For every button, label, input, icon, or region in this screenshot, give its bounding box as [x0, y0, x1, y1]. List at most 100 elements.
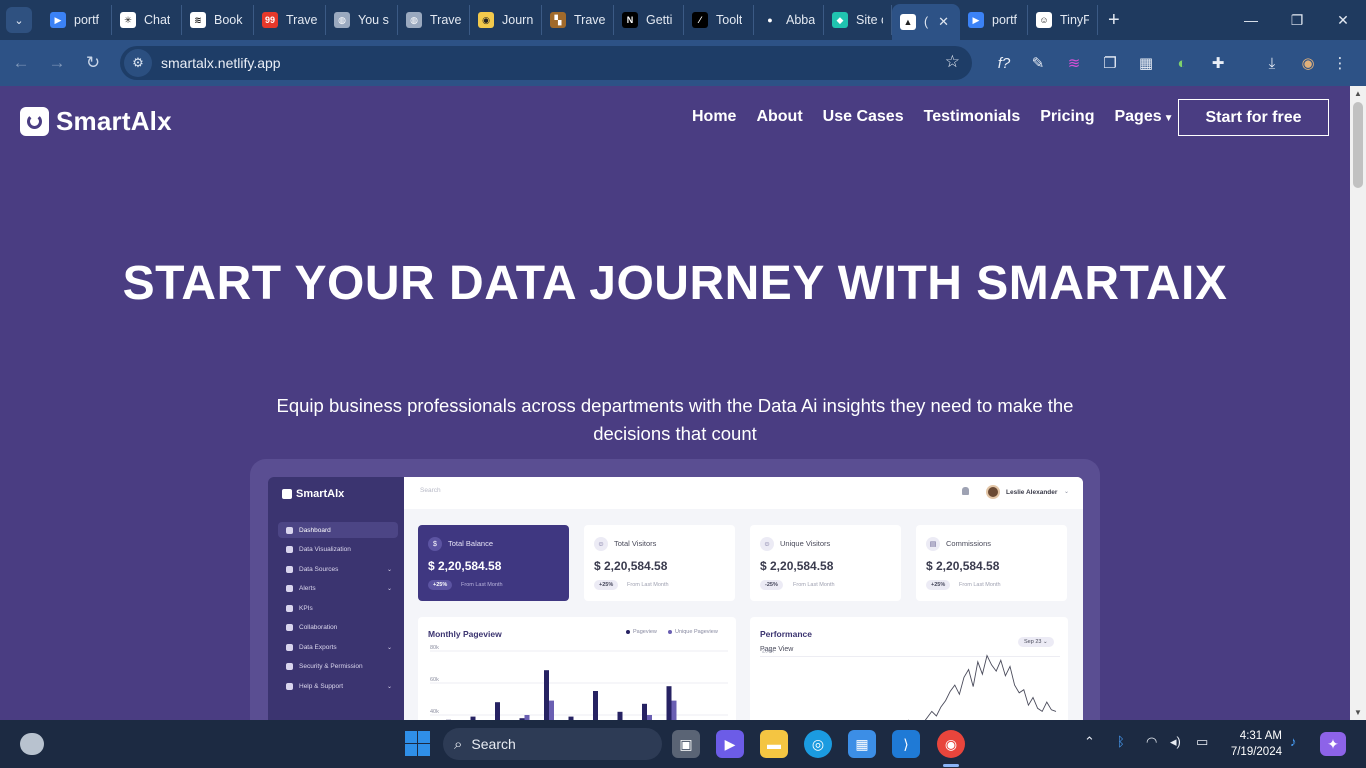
tab[interactable]: N Getti	[614, 5, 684, 35]
bluetooth-icon[interactable]: ᛒ	[1117, 734, 1125, 749]
nav-home[interactable]: Home	[692, 108, 736, 126]
site-settings-icon[interactable]: ⚙	[124, 49, 152, 77]
new-tab-icon[interactable]: +	[1108, 9, 1120, 32]
stat-card-from: From Last Month	[793, 582, 835, 588]
clock[interactable]: 4:31 AM 7/19/2024	[1222, 728, 1282, 760]
tab[interactable]: ▶ portf	[960, 5, 1028, 35]
tab-label: (	[924, 15, 929, 29]
download-icon[interactable]: ⤓	[1258, 48, 1286, 78]
task-view-icon[interactable]: ▣	[672, 730, 700, 758]
taskbar-search[interactable]: ⌕ Search	[443, 728, 662, 760]
tab-favicon-icon: N	[622, 12, 638, 28]
nav-pages[interactable]: Pages ▼	[1114, 108, 1173, 126]
reload-icon[interactable]: ↻	[78, 48, 108, 78]
nav-testimonials[interactable]: Testimonials	[924, 108, 1021, 126]
mock-sidebar-item: Collaboration	[278, 620, 398, 636]
notification-bell-icon[interactable]: ♪	[1290, 734, 1297, 749]
scroll-thumb[interactable]	[1353, 102, 1363, 188]
vscode-icon[interactable]: ⟩	[892, 730, 920, 758]
mock-sidebar: SmartAlx Dashboard Data Visualization Data…	[268, 477, 404, 720]
tab-active[interactable]: ▲ (✕	[892, 4, 960, 40]
stat-card-change: +25%	[926, 580, 951, 590]
nav-about[interactable]: About	[756, 108, 802, 126]
copilot-icon[interactable]: ✦	[1320, 732, 1346, 756]
tab-close-icon[interactable]: ✕	[938, 14, 949, 30]
tab-label: Trave	[286, 13, 317, 27]
pageview-bar	[642, 703, 647, 720]
tab[interactable]: ◆ Site c	[824, 5, 892, 35]
forward-icon[interactable]: →	[42, 48, 72, 78]
address-url[interactable]: smartalx.netlify.app	[161, 55, 281, 71]
nav-pricing[interactable]: Pricing	[1040, 108, 1094, 126]
extension-color-icon[interactable]: ◐	[1168, 48, 1196, 78]
stat-card-icon: ▤	[926, 537, 940, 551]
y-tick-label: 200k	[762, 649, 774, 655]
page-viewport: SmartAlx Home About Use Cases Testimonia…	[0, 86, 1350, 720]
stat-card-title: Commissions	[946, 539, 992, 548]
dashboard-preview: SmartAlx Dashboard Data Visualization Data…	[250, 459, 1100, 720]
bell-icon	[962, 487, 969, 495]
tab[interactable]: ▚ Trave	[542, 5, 614, 35]
tray-overflow-icon[interactable]: ⌃	[1084, 734, 1095, 750]
mock-logo-icon	[282, 489, 292, 499]
tab-search-icon[interactable]: ⌄	[6, 7, 32, 33]
tab[interactable]: ✳ Chat	[112, 5, 182, 35]
start-free-button[interactable]: Start for free	[1178, 99, 1329, 136]
mock-sidebar-label: Collaboration	[299, 624, 338, 631]
profile-avatar-icon[interactable]: ◉	[1294, 48, 1322, 78]
pageview-bar	[495, 702, 500, 720]
mock-topbar: Search Leslie Alexander ⌄	[404, 477, 1083, 509]
address-bar[interactable]: ⚙ smartalx.netlify.app ☆	[120, 46, 972, 80]
stat-card-from: From Last Month	[627, 582, 669, 588]
windows-start-icon[interactable]	[405, 731, 430, 756]
pageview-bar	[666, 686, 672, 720]
minimize-icon[interactable]: —	[1228, 0, 1274, 40]
tab-favicon-icon: ⁄	[692, 12, 708, 28]
meet-icon[interactable]: ▶	[716, 730, 744, 758]
tab-strip: ⌄ ▶ portf ✳ Chat ≋ Book 99 Trave ◍ You s ◍ Trave ◉ Jo…	[0, 0, 1366, 40]
tab[interactable]: ◍ You s	[326, 5, 398, 35]
tab[interactable]: ◍ Trave	[398, 5, 470, 35]
weather-icon[interactable]	[20, 733, 44, 755]
chrome-icon[interactable]: ◉	[937, 730, 965, 758]
mock-sidebar-icon	[286, 643, 293, 651]
page-scrollbar[interactable]: ▲ ▼	[1350, 86, 1366, 720]
volume-icon[interactable]: ◂)	[1170, 734, 1181, 750]
extension-stack-icon[interactable]: ≋	[1060, 48, 1088, 78]
nav-use-cases[interactable]: Use Cases	[823, 108, 904, 126]
tab[interactable]: 99 Trave	[254, 5, 326, 35]
scroll-up-icon[interactable]: ▲	[1354, 89, 1362, 98]
restore-icon[interactable]: ❐	[1274, 0, 1320, 40]
stat-card-title: Total Balance	[448, 539, 494, 548]
store-icon[interactable]: ▦	[848, 730, 876, 758]
extension-copy-icon[interactable]: ❐	[1096, 48, 1124, 78]
scroll-down-icon[interactable]: ▼	[1354, 708, 1362, 717]
extensions-puzzle-icon[interactable]: ✚	[1204, 48, 1232, 78]
file-explorer-icon[interactable]: ▬	[760, 730, 788, 758]
mock-sidebar-label: Data Visualization	[299, 546, 351, 553]
extension-calendar-icon[interactable]: ▦	[1132, 48, 1160, 78]
tab[interactable]: ▶ portf	[42, 5, 112, 35]
tab[interactable]: ☺ TinyF	[1028, 5, 1098, 35]
site-logo[interactable]: SmartAlx	[20, 106, 172, 137]
more-menu-icon[interactable]: ⋮	[1326, 48, 1354, 78]
tab-label: Trave	[574, 13, 605, 27]
close-window-icon[interactable]: ✕	[1320, 0, 1366, 40]
edge-icon[interactable]: ◎	[804, 730, 832, 758]
tab[interactable]: ◉ Journ	[470, 5, 542, 35]
tab-favicon-icon: ◉	[478, 12, 494, 28]
extension-fonts-icon[interactable]: f?	[990, 48, 1018, 78]
tab[interactable]: ≋ Book	[182, 5, 254, 35]
bookmark-star-icon[interactable]: ☆	[945, 52, 960, 72]
battery-icon[interactable]: ▭	[1196, 734, 1208, 750]
tab-favicon-icon: ▶	[968, 12, 984, 28]
extension-picker-icon[interactable]: ✎	[1024, 48, 1052, 78]
tab-list: ▶ portf ✳ Chat ≋ Book 99 Trave ◍ You s ◍ Trave ◉ Jour…	[42, 0, 1120, 40]
mock-logo-text: SmartAlx	[296, 488, 345, 500]
back-icon[interactable]: ←	[6, 48, 36, 78]
taskbar-search-label: Search	[471, 736, 516, 752]
wifi-icon[interactable]: ◠	[1146, 734, 1157, 750]
tab[interactable]: ● Abba	[754, 5, 824, 35]
mock-sidebar-label: Data Sources	[299, 565, 339, 573]
tab[interactable]: ⁄ Toolt	[684, 5, 754, 35]
